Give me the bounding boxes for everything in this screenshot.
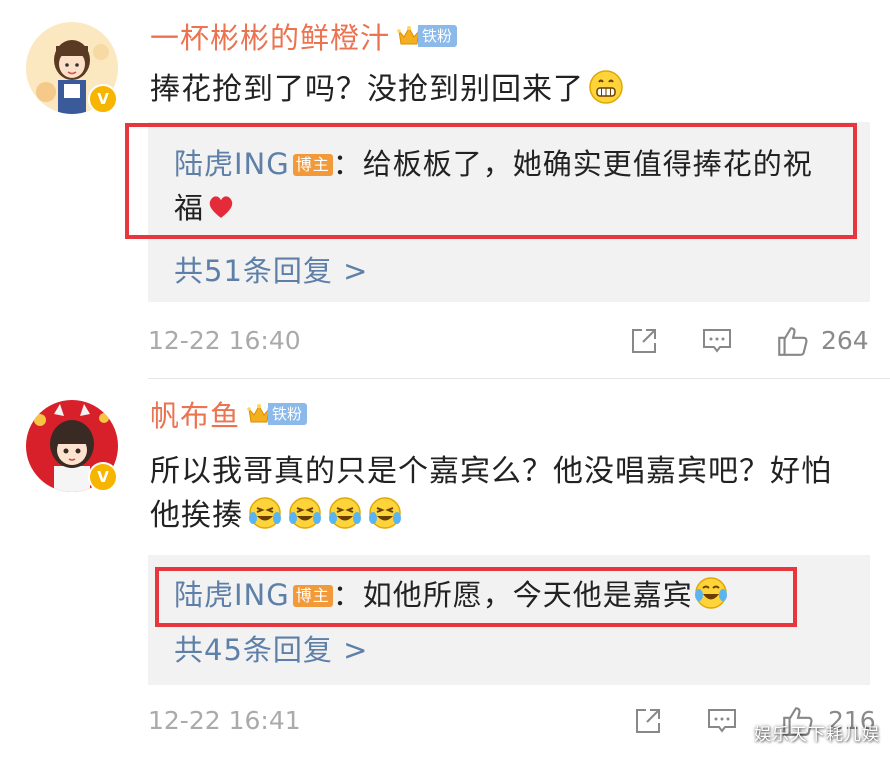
- view-replies-link[interactable]: 共51条回复 >: [174, 248, 368, 290]
- username[interactable]: 一杯彬彬的鲜橙汁: [150, 15, 390, 57]
- comment-item: V 一杯彬彬的鲜橙汁 铁粉 捧花抢到了吗？没抢到别回来了 陆虎ING 博主 ：给板板: [0, 0, 890, 380]
- view-replies-link[interactable]: 共45条回复 >: [174, 627, 368, 669]
- tears-of-joy-emoji-icon: [694, 577, 727, 609]
- reply-author[interactable]: 陆虎ING: [174, 578, 290, 612]
- host-badge: 博主: [292, 585, 333, 607]
- username[interactable]: 帆布鱼: [150, 393, 240, 435]
- share-icon[interactable]: [628, 325, 660, 357]
- reply-box[interactable]: 陆虎ING 博主 ：给板板了，她确实更值得捧花的祝福 共51条回复 >: [148, 122, 870, 302]
- comment-body: 捧花抢到了吗？没抢到别回来了: [150, 72, 584, 107]
- comment-text: 所以我哥真的只是个嘉宾么？他没唱嘉宾吧？好怕他挨揍: [150, 450, 860, 538]
- red-heart-emoji-icon: [209, 196, 233, 218]
- comment-icon[interactable]: [706, 705, 738, 737]
- verified-badge-icon: V: [88, 84, 118, 114]
- comment-item: V 帆布鱼 铁粉 所以我哥真的只是个嘉宾么？他没唱嘉宾吧？好怕他挨揍 陆虎ING…: [0, 380, 890, 757]
- like-count: 264: [821, 326, 869, 355]
- fan-badge-label: 铁粉: [418, 25, 458, 47]
- laugh-cry-emoji-icon: [289, 497, 321, 529]
- reply-box[interactable]: 陆虎ING 博主 ：如他所愿，今天他是嘉宾 共45条回复 >: [148, 555, 870, 685]
- verified-badge-icon: V: [88, 462, 118, 492]
- comment-icon[interactable]: [701, 325, 733, 357]
- timestamp: 12-22 16:40: [148, 326, 301, 355]
- reply-author[interactable]: 陆虎ING: [174, 147, 290, 181]
- laugh-cry-emoji-icon: [329, 497, 361, 529]
- like-icon[interactable]: [775, 324, 809, 358]
- username-row: 帆布鱼 铁粉: [150, 393, 308, 435]
- laugh-cry-emoji-icon: [249, 497, 281, 529]
- fan-badge: 铁粉: [396, 24, 458, 48]
- avatar[interactable]: V: [26, 400, 118, 492]
- laugh-cry-emoji-icon: [369, 497, 401, 529]
- reply-separator: ：: [332, 578, 363, 612]
- watermark: 娱乐天下耗儿娱: [754, 725, 880, 745]
- divider: [148, 378, 890, 379]
- reply-item: 陆虎ING 博主 ：给板板了，她确实更值得捧花的祝福: [174, 142, 830, 230]
- comment-text: 捧花抢到了吗？没抢到别回来了: [150, 68, 860, 112]
- grinning-emoji-icon: [589, 70, 623, 104]
- fan-badge: 铁粉: [246, 402, 308, 426]
- username-row: 一杯彬彬的鲜橙汁 铁粉: [150, 15, 458, 57]
- comment-meta: 12-22 16:40 264: [148, 321, 870, 361]
- reply-item: 陆虎ING 博主 ：如他所愿，今天他是嘉宾: [174, 573, 830, 617]
- timestamp: 12-22 16:41: [148, 706, 301, 735]
- host-badge: 博主: [292, 154, 333, 176]
- fan-badge-label: 铁粉: [268, 403, 308, 425]
- reply-body: 如他所愿，今天他是嘉宾: [362, 578, 693, 612]
- share-icon[interactable]: [632, 705, 664, 737]
- reply-separator: ：: [332, 147, 363, 181]
- avatar[interactable]: V: [26, 22, 118, 114]
